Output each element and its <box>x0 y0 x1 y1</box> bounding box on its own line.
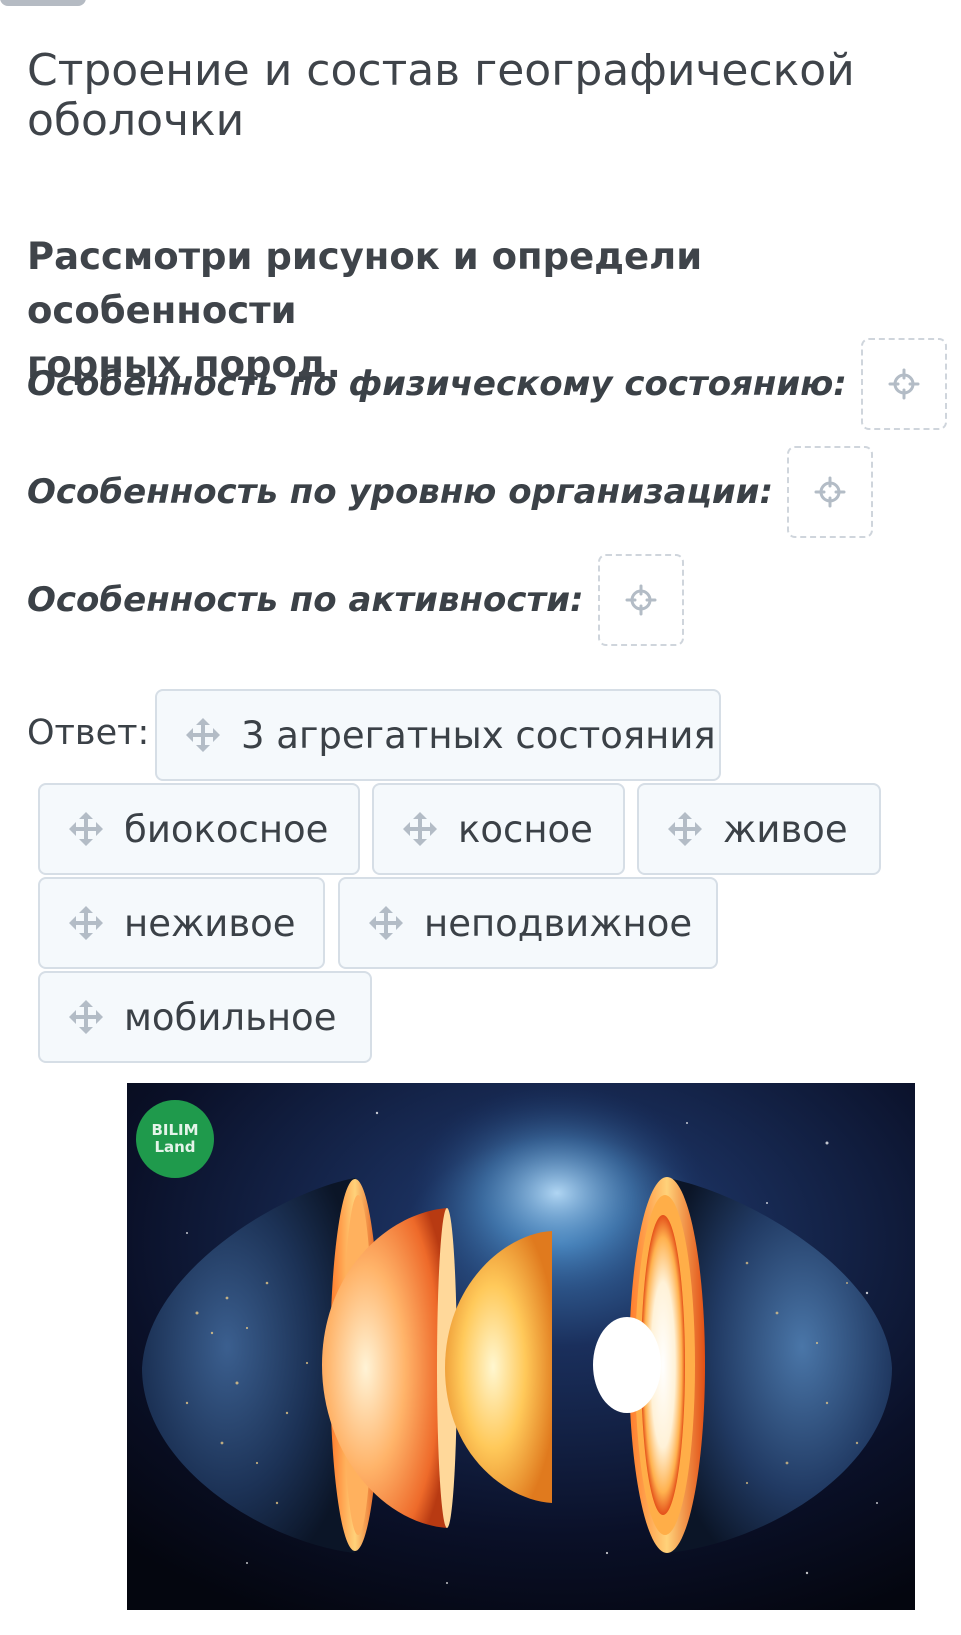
crosshair-icon <box>625 584 657 616</box>
chip-label: биокосное <box>124 807 329 851</box>
answer-chip-kosnoe[interactable]: косное <box>372 783 625 875</box>
title-line-1: Строение и состав географической <box>27 45 855 96</box>
answer-chip-3-states[interactable]: 3 агрегатных состояния <box>155 689 721 781</box>
row-label-activity: Особенность по активности: <box>27 580 584 620</box>
earth-cutaway-illustration <box>127 1083 915 1610</box>
row-organization-level: Особенность по уровню организации: <box>27 446 874 538</box>
crosshair-icon <box>814 476 846 508</box>
answer-chip-mobilnoe[interactable]: мобильное <box>38 971 372 1063</box>
move-icon <box>369 906 403 940</box>
page-title: Строение и состав географической оболочк… <box>27 46 927 146</box>
answer-chip-nezhivoe[interactable]: неживое <box>38 877 325 969</box>
chip-label: живое <box>723 807 848 851</box>
move-icon <box>186 718 220 752</box>
chip-label: косное <box>458 807 593 851</box>
logo-line-2: Land <box>154 1138 196 1156</box>
bilimland-logo: BILIM Land <box>136 1100 214 1178</box>
answer-chip-biokosnoe[interactable]: биокосное <box>38 783 360 875</box>
crosshair-icon <box>888 368 920 400</box>
title-line-2: оболочки <box>27 95 245 146</box>
row-label-physical-state: Особенность по физическому состоянию: <box>27 364 847 404</box>
row-label-organization-level: Особенность по уровню организации: <box>27 472 774 512</box>
question-line-1: Рассмотри рисунок и определи особенности <box>27 235 703 332</box>
logo-line-1: BILIM <box>151 1121 199 1139</box>
move-icon <box>69 812 103 846</box>
earth-layers-image: BILIM Land <box>127 1083 915 1610</box>
answer-chip-nepodvizhnoe[interactable]: неподвижное <box>338 877 718 969</box>
move-icon <box>69 906 103 940</box>
move-icon <box>668 812 702 846</box>
drop-zone-physical-state[interactable] <box>860 338 947 430</box>
move-icon <box>403 812 437 846</box>
answer-chip-zhivoe[interactable]: живое <box>637 783 881 875</box>
chip-label: мобильное <box>124 995 337 1039</box>
row-activity: Особенность по активности: <box>27 554 684 646</box>
chip-label: 3 агрегатных состояния <box>241 713 716 757</box>
row-physical-state: Особенность по физическому состоянию: <box>27 338 947 430</box>
top-tab-indicator <box>0 0 86 6</box>
drop-zone-activity[interactable] <box>597 554 684 646</box>
answer-label: Ответ: <box>27 713 150 753</box>
chip-label: неживое <box>124 901 296 945</box>
move-icon <box>69 1000 103 1034</box>
drop-zone-organization-level[interactable] <box>787 446 874 538</box>
chip-label: неподвижное <box>424 901 693 945</box>
